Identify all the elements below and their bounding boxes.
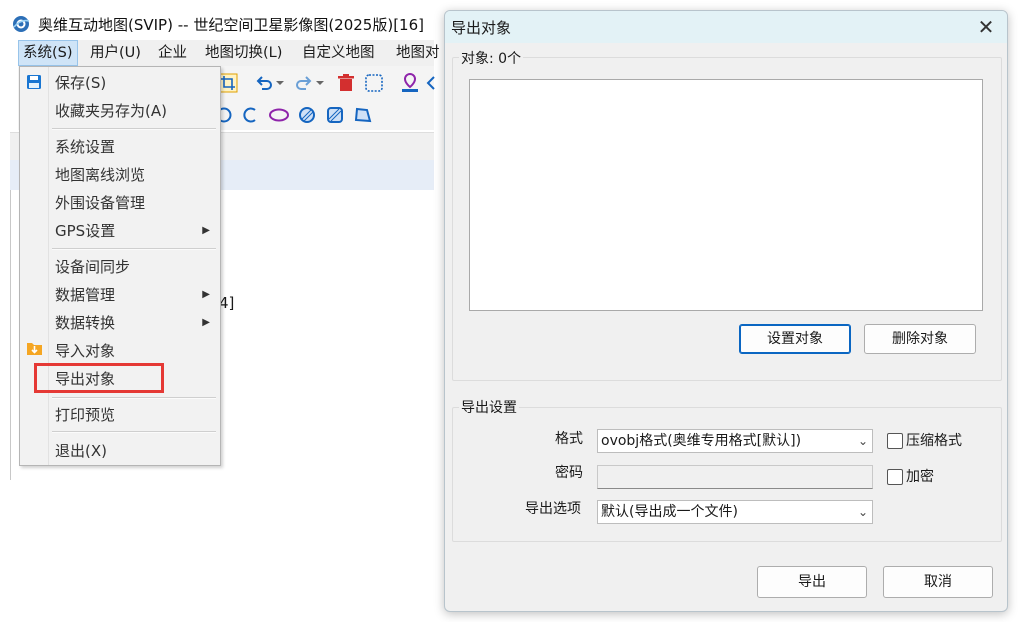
menu-item-gps-settings[interactable]: GPS设置 ▶	[55, 218, 215, 244]
menu-separator	[52, 431, 216, 433]
dialog-title: 导出对象	[451, 19, 512, 37]
compress-checkbox[interactable]	[887, 433, 903, 449]
system-menu: 保存(S) 收藏夹另存为(A) 系统设置 地图离线浏览 外围设备管理 GPS设置…	[19, 66, 221, 466]
undo-dropdown-icon[interactable]	[276, 79, 284, 87]
export-button[interactable]: 导出	[757, 566, 867, 598]
menu-item-exit[interactable]: 退出(X)	[55, 438, 107, 464]
export-options-label: 导出选项	[525, 501, 581, 517]
app-title: 奥维互动地图(SVIP) -- 世纪空间卫星影像图(2025版)[16]	[38, 16, 424, 34]
chevron-down-icon: ⌄	[857, 434, 868, 448]
menu-enterprise[interactable]: 企业	[154, 40, 191, 66]
menubar: 系统(S) 用户(U) 企业 地图切换(L) 自定义地图 地图对	[18, 40, 440, 66]
redo-icon[interactable]	[294, 73, 314, 93]
menu-item-data-management[interactable]: 数据管理 ▶	[55, 282, 215, 308]
close-icon[interactable]: ✕	[971, 12, 1001, 42]
objects-count-label: 对象: 0个	[459, 48, 524, 68]
cancel-button[interactable]: 取消	[883, 566, 993, 598]
export-objects-highlight	[34, 363, 164, 393]
menu-user[interactable]: 用户(U)	[86, 40, 145, 66]
password-label: 密码	[555, 465, 583, 481]
app-logo-icon	[13, 16, 30, 32]
menu-item-save-favorites-as[interactable]: 收藏夹另存为(A)	[55, 98, 167, 124]
import-folder-icon	[27, 343, 42, 355]
submenu-arrow-icon: ▶	[202, 317, 210, 328]
undo-icon[interactable]	[254, 73, 274, 93]
marker-icon[interactable]	[400, 72, 420, 94]
format-select[interactable]: ovobj格式(奥维专用格式[默认]) ⌄	[597, 429, 873, 453]
menu-map-more[interactable]: 地图对	[392, 40, 444, 66]
menu-custom-map[interactable]: 自定义地图	[298, 40, 379, 66]
export-options-select-value: 默认(导出成一个文件)	[601, 504, 738, 520]
menu-separator	[52, 397, 216, 399]
submenu-arrow-icon: ▶	[202, 289, 210, 300]
menu-item-save[interactable]: 保存(S)	[55, 70, 106, 96]
panel-text-fragment: 4]	[219, 294, 235, 312]
select-box-icon[interactable]	[364, 73, 384, 93]
format-select-value: ovobj格式(奥维专用格式[默认])	[601, 433, 802, 449]
hatched-circle-icon[interactable]	[298, 106, 316, 124]
menu-icon-column	[20, 67, 49, 465]
chevron-down-icon: ⌄	[857, 505, 868, 519]
set-objects-button[interactable]: 设置对象	[739, 324, 851, 354]
menu-separator	[52, 248, 216, 250]
menu-item-print-preview[interactable]: 打印预览	[55, 402, 115, 428]
encrypt-checkbox[interactable]	[887, 469, 903, 485]
menu-map-switch[interactable]: 地图切换(L)	[201, 40, 286, 66]
delete-icon[interactable]	[336, 73, 356, 93]
arc-tool-icon[interactable]	[242, 106, 258, 124]
menu-item-import-objects[interactable]: 导入对象	[55, 338, 115, 364]
hatched-square-icon[interactable]	[326, 106, 344, 124]
menu-item-data-management-label: 数据管理	[55, 286, 116, 304]
ellipse-tool-icon[interactable]	[268, 106, 290, 124]
objects-list[interactable]	[469, 79, 983, 311]
menu-item-data-conversion-label: 数据转换	[55, 314, 116, 332]
submenu-arrow-icon: ▶	[202, 225, 210, 236]
redo-dropdown-icon[interactable]	[316, 79, 324, 87]
export-options-select[interactable]: 默认(导出成一个文件) ⌄	[597, 500, 873, 524]
more-tool-icon[interactable]	[426, 75, 436, 91]
menu-system[interactable]: 系统(S)	[18, 40, 78, 66]
export-objects-dialog: 导出对象 ✕ 对象: 0个 设置对象 删除对象 导出设置 格式 ovobj格式(…	[444, 10, 1008, 612]
menu-item-peripheral-devices[interactable]: 外围设备管理	[55, 190, 145, 216]
polygon-tool-icon[interactable]	[354, 106, 372, 124]
export-settings-label: 导出设置	[459, 397, 519, 417]
save-icon	[27, 75, 41, 89]
menu-item-data-conversion[interactable]: 数据转换 ▶	[55, 310, 215, 336]
menu-separator	[52, 128, 216, 130]
dialog-titlebar	[445, 11, 1007, 43]
menu-item-system-settings[interactable]: 系统设置	[55, 134, 115, 160]
password-field[interactable]	[597, 465, 873, 489]
menu-item-device-sync[interactable]: 设备间同步	[55, 254, 130, 280]
encrypt-label: 加密	[906, 469, 934, 485]
delete-objects-button[interactable]: 删除对象	[864, 324, 976, 354]
menu-item-offline-browse[interactable]: 地图离线浏览	[55, 162, 145, 188]
crop-icon[interactable]	[218, 73, 238, 93]
format-label: 格式	[555, 431, 583, 447]
menu-item-gps-settings-label: GPS设置	[55, 222, 116, 240]
compress-label: 压缩格式	[906, 433, 962, 449]
